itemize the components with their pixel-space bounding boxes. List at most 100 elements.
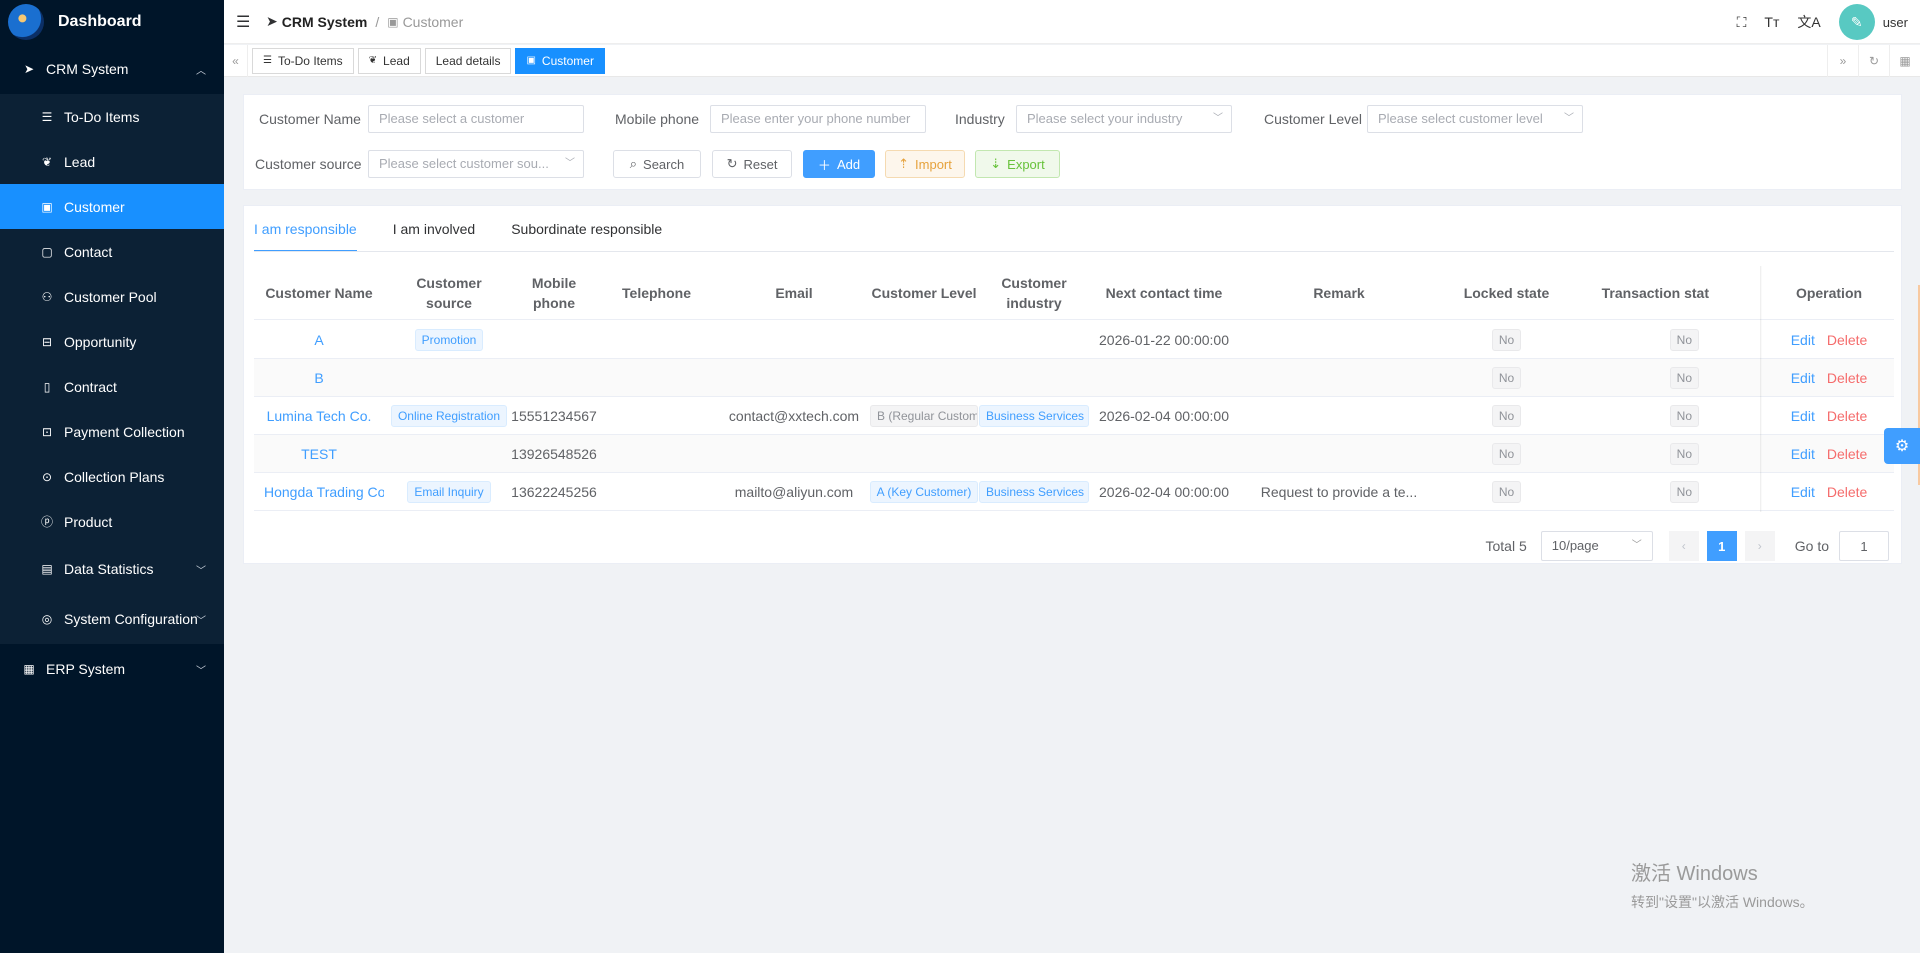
export-button[interactable]: ⇣ Export bbox=[975, 150, 1060, 178]
cell-transaction: No bbox=[1574, 435, 1709, 472]
tag-label: Lead details bbox=[435, 53, 501, 68]
tag-lead-details[interactable]: Lead details bbox=[424, 47, 512, 74]
delete-link[interactable]: Delete bbox=[1827, 446, 1867, 462]
cell-customer-name[interactable]: B bbox=[254, 359, 384, 396]
font-size-icon[interactable]: Tт bbox=[1764, 14, 1779, 30]
level-select[interactable]: Please select customer level ﹀ bbox=[1367, 105, 1583, 133]
source-tag: Email Inquiry bbox=[407, 480, 491, 503]
tag-customer[interactable]: ▣ Customer bbox=[515, 47, 605, 74]
scroll-right-icon[interactable]: » bbox=[1827, 45, 1858, 77]
user-name[interactable]: user bbox=[1883, 15, 1908, 30]
refresh-icon: ↻ bbox=[726, 156, 738, 171]
sidebar-item-todo[interactable]: ☰ To-Do Items bbox=[0, 94, 224, 139]
edit-link[interactable]: Edit bbox=[1791, 446, 1815, 462]
sidebar-item-contract[interactable]: ▯ Contract bbox=[0, 364, 224, 409]
col-mobile-phone: Mobile phone bbox=[514, 266, 594, 320]
tab-subordinate-responsible[interactable]: Subordinate responsible bbox=[511, 206, 662, 252]
chevron-up-icon: ︿ bbox=[196, 65, 206, 77]
reset-button[interactable]: ↻ Reset bbox=[712, 150, 792, 178]
level-tag: B (Regular Custome bbox=[870, 404, 978, 427]
delete-link[interactable]: Delete bbox=[1827, 332, 1867, 348]
goto-page-input[interactable]: 1 bbox=[1839, 531, 1889, 561]
cell-industry: Business Services bbox=[979, 473, 1089, 510]
breadcrumb: ➤ CRM System / ▣ Customer bbox=[266, 13, 463, 30]
edit-link[interactable]: Edit bbox=[1791, 484, 1815, 500]
page-size-select[interactable]: 10/page ﹀ bbox=[1540, 531, 1653, 561]
chevron-down-icon: ﹀ bbox=[196, 665, 206, 677]
grid-icon[interactable]: ▦ bbox=[1889, 45, 1920, 77]
sidebar-item-data-statistics[interactable]: ▤ Data Statistics ﹀ bbox=[0, 544, 224, 594]
breadcrumb-root[interactable]: CRM System bbox=[282, 14, 368, 30]
delete-link[interactable]: Delete bbox=[1827, 408, 1867, 424]
prev-page-button[interactable]: ‹ bbox=[1668, 531, 1699, 561]
edit-link[interactable]: Edit bbox=[1791, 370, 1815, 386]
cell-source: Email Inquiry bbox=[384, 473, 514, 510]
add-button[interactable]: ＋ Add bbox=[803, 150, 875, 178]
settings-gear-icon[interactable]: ⚙ bbox=[1884, 428, 1920, 464]
chevron-down-icon: ﹀ bbox=[196, 565, 206, 577]
menu-erp-system[interactable]: ▦ ERP System ﹀ bbox=[0, 644, 224, 694]
cell-mobile: 15551234567 bbox=[511, 407, 597, 424]
transaction-tag: No bbox=[1669, 480, 1699, 503]
col-email: Email bbox=[775, 285, 813, 301]
table-row: TEST 13926548526 No No Edit Delete bbox=[254, 435, 1894, 473]
next-page-button[interactable]: › bbox=[1744, 531, 1775, 561]
menu-label: Contact bbox=[64, 243, 113, 260]
cell-customer-name[interactable]: Hongda Trading Co., L bbox=[254, 473, 384, 510]
sidebar-item-collection-plans[interactable]: ⊙ Collection Plans bbox=[0, 454, 224, 499]
cell-locked: No bbox=[1439, 359, 1574, 396]
download-icon: ⇣ bbox=[990, 156, 1002, 171]
source-select[interactable]: Please select customer sou... ﹀ bbox=[368, 150, 584, 178]
cell-source: Online Registration bbox=[384, 397, 514, 434]
sidebar-item-lead[interactable]: ❦ Lead bbox=[0, 139, 224, 184]
menu-crm-system[interactable]: ➤ CRM System ︿ bbox=[0, 44, 224, 94]
page-number[interactable]: 1 bbox=[1706, 531, 1737, 561]
fullscreen-icon[interactable]: ⛶ bbox=[1737, 14, 1747, 31]
windows-activation-watermark: 激活 Windows 转到"设置"以激活 Windows。 bbox=[1631, 857, 1814, 912]
search-button[interactable]: ⌕ Search bbox=[613, 150, 701, 178]
sidebar-item-product[interactable]: ⓟ Product bbox=[0, 499, 224, 544]
tab-i-am-involved[interactable]: I am involved bbox=[393, 206, 475, 252]
source-label: Customer source bbox=[255, 156, 362, 172]
menu-label: ERP System bbox=[46, 661, 126, 677]
cell-level: A (Key Customer) bbox=[869, 473, 979, 510]
tag-label: Lead bbox=[383, 53, 410, 68]
tag-label: To-Do Items bbox=[277, 53, 343, 68]
industry-select[interactable]: Please select your industry ﹀ bbox=[1016, 105, 1232, 133]
menu-label: Contract bbox=[64, 378, 117, 395]
cell-customer-name[interactable]: TEST bbox=[254, 435, 384, 472]
sidebar-item-contact[interactable]: ▢ Contact bbox=[0, 229, 224, 274]
table-header: Customer Name Customer source Mobile pho… bbox=[254, 266, 1894, 320]
sidebar-item-payment-collection[interactable]: ⊡ Payment Collection bbox=[0, 409, 224, 454]
mobile-input[interactable]: Please enter your phone number bbox=[710, 105, 926, 133]
tag-todo[interactable]: ☰ To-Do Items bbox=[252, 47, 354, 74]
col-customer-industry: Customer industry bbox=[1001, 275, 1067, 311]
avatar[interactable]: ✎ bbox=[1838, 4, 1875, 40]
menu-toggle-icon[interactable]: ☰ bbox=[236, 12, 256, 32]
sidebar-item-opportunity[interactable]: ⊟ Opportunity bbox=[0, 319, 224, 364]
translate-icon[interactable]: 文A bbox=[1797, 12, 1820, 32]
sidebar-item-customer[interactable]: ▣ Customer bbox=[0, 184, 224, 229]
sidebar-item-system-configuration[interactable]: ◎ System Configuration ﹀ bbox=[0, 594, 224, 644]
edit-link[interactable]: Edit bbox=[1791, 408, 1815, 424]
transaction-tag: No bbox=[1669, 328, 1699, 351]
cell-email: mailto@aliyun.com bbox=[734, 483, 854, 500]
tabs-divider bbox=[254, 251, 1894, 252]
tag-lead[interactable]: ❦ Lead bbox=[357, 47, 421, 74]
cell-operation: Edit Delete bbox=[1764, 397, 1894, 434]
sidebar-item-customer-pool[interactable]: ⚇ Customer Pool bbox=[0, 274, 224, 319]
logo-row: Dashboard bbox=[0, 0, 224, 44]
scroll-left-icon[interactable]: « bbox=[224, 44, 248, 77]
delete-link[interactable]: Delete bbox=[1827, 370, 1867, 386]
edit-link[interactable]: Edit bbox=[1791, 332, 1815, 348]
cell-email: contact@xxtech.com bbox=[728, 407, 860, 424]
delete-link[interactable]: Delete bbox=[1827, 484, 1867, 500]
import-button[interactable]: ⇡ Import bbox=[885, 150, 965, 178]
tab-i-am-responsible[interactable]: I am responsible bbox=[254, 206, 357, 252]
cell-mobile: 13926548526 bbox=[511, 445, 597, 462]
refresh-icon[interactable]: ↻ bbox=[1858, 45, 1889, 77]
cell-customer-name[interactable]: A bbox=[254, 321, 384, 358]
table-row: Lumina Tech Co. Online Registration 1555… bbox=[254, 397, 1894, 435]
cell-customer-name[interactable]: Lumina Tech Co. bbox=[254, 397, 384, 434]
customer-name-input[interactable]: Please select a customer bbox=[368, 105, 584, 133]
